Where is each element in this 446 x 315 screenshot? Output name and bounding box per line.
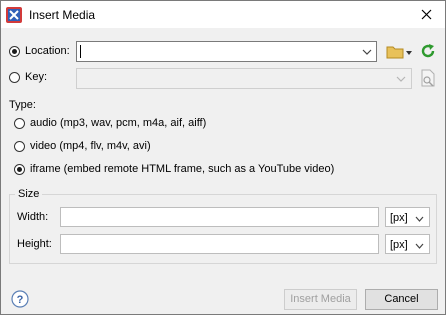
height-unit-value: [px] [390, 239, 408, 251]
app-icon [6, 7, 22, 23]
width-input[interactable] [60, 207, 379, 227]
refresh-icon[interactable] [420, 43, 436, 59]
svg-text:?: ? [17, 294, 24, 306]
cancel-button[interactable]: Cancel [365, 289, 438, 310]
insert-media-button[interactable]: Insert Media [284, 289, 357, 310]
width-label: Width: [17, 211, 49, 223]
type-option-video-radio[interactable] [14, 141, 25, 152]
type-option-video-label[interactable]: video (mp4, flv, m4v, avi) [30, 140, 151, 152]
chevron-down-icon[interactable] [362, 46, 372, 58]
height-label: Height: [17, 238, 52, 250]
height-input[interactable] [60, 234, 379, 254]
chevron-down-icon [396, 76, 406, 82]
type-label: Type: [9, 99, 36, 111]
chevron-down-icon [415, 216, 424, 222]
type-option-audio-label[interactable]: audio (mp3, wav, pcm, m4a, aif, aiff) [30, 117, 206, 129]
key-label: Key: [25, 71, 48, 83]
close-button[interactable] [411, 1, 441, 28]
location-combo[interactable] [76, 41, 377, 62]
insert-media-dialog: Insert Media Location: Key: Type: audio … [0, 0, 446, 315]
window-title: Insert Media [29, 8, 96, 22]
type-option-iframe-radio[interactable] [14, 164, 25, 175]
key-browse-icon[interactable] [420, 69, 436, 87]
chevron-down-icon [406, 51, 412, 55]
size-group-label: Size [15, 188, 43, 200]
key-combo[interactable] [76, 68, 412, 89]
location-label: Location: [25, 45, 70, 57]
height-unit-select[interactable]: [px] [385, 234, 430, 254]
width-unit-select[interactable]: [px] [385, 207, 430, 227]
type-option-audio-radio[interactable] [14, 118, 25, 129]
close-icon [421, 9, 431, 20]
location-radio[interactable] [9, 46, 20, 57]
help-icon[interactable]: ? [11, 290, 29, 308]
folder-icon [386, 46, 404, 59]
browse-folder-button[interactable] [386, 43, 412, 61]
text-caret [80, 45, 81, 58]
title-bar: Insert Media [1, 1, 445, 28]
type-option-iframe-label[interactable]: iframe (embed remote HTML frame, such as… [30, 163, 334, 175]
key-radio[interactable] [9, 72, 20, 83]
width-unit-value: [px] [390, 212, 408, 224]
chevron-down-icon [415, 243, 424, 249]
